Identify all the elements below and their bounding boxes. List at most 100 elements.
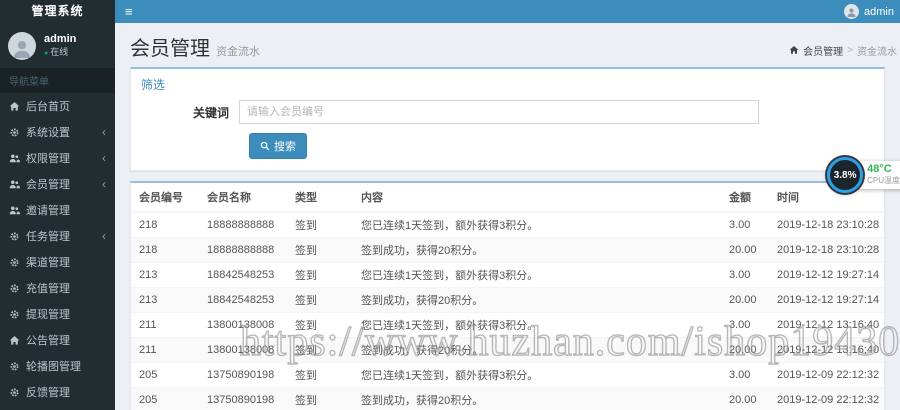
table-cell: 签到成功，获得20积分。 (353, 287, 721, 313)
sidebar-item-0[interactable]: 后台首页 (0, 93, 115, 119)
sidebar-item-7[interactable]: 充值管理 (0, 275, 115, 301)
keyword-input[interactable] (239, 100, 759, 124)
sidebar-section-header: 导航菜单 (0, 68, 115, 93)
table-cell: 签到 (287, 287, 353, 313)
cpu-percent: 3.8% (833, 169, 857, 181)
cpu-temp-label: CPU温度 (867, 176, 900, 185)
table-cell: 签到 (287, 237, 353, 263)
gear-icon (9, 127, 20, 138)
table-cell: 205 (131, 387, 199, 410)
topbar-user-menu[interactable]: admin (844, 4, 900, 19)
table-cell: 18888888888 (199, 211, 287, 238)
content-header: 会员管理 资金流水 会员管理 > 资金流水 (115, 23, 900, 67)
sidebar-item-label: 反馈管理 (26, 387, 70, 399)
sidebar-item-10[interactable]: 轮播图管理 (0, 353, 115, 379)
online-dot-icon: ● (44, 49, 49, 57)
table-row: 218 18888888888 签到 您已连续1天签到，额外获得3积分。 3.00 201… (131, 211, 884, 238)
table-cell: 2019-12-18 23:10:28 (769, 237, 884, 263)
records-table: 会员编号 会员名称 类型 内容 金额 时间 218 18888888888 签到 您已连续1天签… (131, 183, 884, 410)
gear-icon (9, 257, 20, 268)
breadcrumb-item-member-mgmt[interactable]: 会员管理 (803, 43, 843, 58)
breadcrumb-separator: > (847, 44, 853, 56)
records-panel: 会员编号 会员名称 类型 内容 金额 时间 218 18888888888 签到 您已连续1天签… (130, 181, 885, 410)
sidebar-item-label: 权限管理 (26, 153, 70, 165)
sidebar-item-label: 系统设置 (26, 127, 70, 139)
table-cell: 2019-12-12 13:16:40 (769, 312, 884, 338)
table-cell: 18888888888 (199, 237, 287, 263)
sidebar-item-3[interactable]: 会员管理 ‹ (0, 171, 115, 197)
table-cell: 签到 (287, 387, 353, 410)
sidebar-item-2[interactable]: 权限管理 ‹ (0, 145, 115, 171)
column-header: 内容 (353, 183, 721, 213)
table-cell: 签到 (287, 211, 353, 238)
table-cell: 13800138008 (199, 337, 287, 363)
table-cell: 签到成功，获得20积分。 (353, 237, 721, 263)
search-button[interactable]: 搜索 (249, 133, 307, 159)
gear-icon (9, 387, 20, 398)
table-cell: 205 (131, 362, 199, 388)
main-content: 会员管理资金流水 会员管理 > 资金流水 筛选 关键词 搜索 (115, 23, 900, 410)
sidebar-item-8[interactable]: 提现管理 (0, 301, 115, 327)
table-row: 213 18842548253 签到 签到成功，获得20积分。 20.00 2019-12… (131, 287, 884, 313)
table-cell: 2019-12-12 19:27:14 (769, 287, 884, 313)
table-row: 205 13750890198 签到 签到成功，获得20积分。 20.00 2019-12… (131, 387, 884, 410)
table-cell: 218 (131, 237, 199, 263)
table-cell: 211 (131, 337, 199, 363)
sidebar-item-label: 提现管理 (26, 309, 70, 321)
table-cell: 2019-12-12 13:16:40 (769, 337, 884, 363)
table-cell: 20.00 (721, 387, 769, 410)
table-cell: 20.00 (721, 287, 769, 313)
keyword-label: 关键词 (192, 105, 229, 120)
breadcrumb: 会员管理 > 资金流水 (789, 43, 897, 58)
table-cell: 您已连续1天签到，额外获得3积分。 (353, 211, 721, 238)
sidebar-user-panel: admin ● 在线 (0, 23, 115, 68)
sidebar-toggle-hamburger-icon[interactable]: ≡ (115, 0, 143, 23)
gear-icon (9, 283, 20, 294)
sidebar-item-5[interactable]: 任务管理 ‹ (0, 223, 115, 249)
top-navbar: ≡ admin (115, 0, 900, 23)
gear-icon (9, 231, 20, 242)
gear-icon (9, 309, 20, 320)
table-cell: 签到 (287, 337, 353, 363)
page-title: 会员管理 (130, 38, 210, 60)
table-cell: 13800138008 (199, 312, 287, 338)
chevron-left-icon: ‹ (102, 125, 106, 139)
table-cell: 13750890198 (199, 387, 287, 410)
sidebar-item-9[interactable]: 公告管理 (0, 327, 115, 353)
sidebar-item-label: 充值管理 (26, 283, 70, 295)
table-cell: 2019-12-09 22:12:32 (769, 362, 884, 388)
table-cell: 3.00 (721, 312, 769, 338)
sidebar-item-4[interactable]: 邀请管理 (0, 197, 115, 223)
breadcrumb-home-icon (789, 45, 799, 55)
users-icon (9, 153, 20, 164)
chevron-left-icon: ‹ (102, 229, 106, 243)
sidebar-item-label: 渠道管理 (26, 257, 70, 269)
sidebar-item-label: 任务管理 (26, 231, 70, 243)
sidebar-item-label: 公告管理 (26, 335, 70, 347)
table-cell: 您已连续1天签到，额外获得3积分。 (353, 312, 721, 338)
cpu-temp-value: 48°C (867, 163, 892, 175)
table-cell: 签到成功，获得20积分。 (353, 337, 721, 363)
table-cell: 3.00 (721, 262, 769, 288)
topbar-username: admin (864, 5, 894, 18)
column-header: 金额 (721, 183, 769, 213)
table-cell: 213 (131, 287, 199, 313)
sidebar-item-6[interactable]: 渠道管理 (0, 249, 115, 275)
column-header: 会员编号 (131, 183, 199, 213)
page-subtitle: 资金流水 (216, 46, 260, 58)
cpu-monitor-widget: 3.8% 48°C CPU温度 (827, 157, 900, 193)
sidebar-item-label: 会员管理 (26, 179, 70, 191)
table-header-row: 会员编号 会员名称 类型 内容 金额 时间 (131, 183, 884, 213)
brand-logo[interactable]: 管理系统 (0, 0, 115, 23)
table-cell: 2019-12-09 22:12:32 (769, 387, 884, 410)
users-icon (9, 179, 20, 190)
sidebar-menu: 后台首页 系统设置 ‹ 权限管理 ‹ 会员管理 ‹ 邀请管理 任务管理 ‹ 渠道管理 充值管理 提现管理… (0, 93, 115, 405)
table-cell: 2019-12-12 19:27:14 (769, 262, 884, 288)
sidebar-item-11[interactable]: 反馈管理 (0, 379, 115, 405)
table-cell: 3.00 (721, 362, 769, 388)
home-icon (9, 335, 20, 346)
table-cell: 签到成功，获得20积分。 (353, 387, 721, 410)
filter-panel-title: 筛选 (141, 78, 166, 92)
sidebar-item-1[interactable]: 系统设置 ‹ (0, 119, 115, 145)
sidebar-item-label: 轮播图管理 (26, 361, 81, 373)
